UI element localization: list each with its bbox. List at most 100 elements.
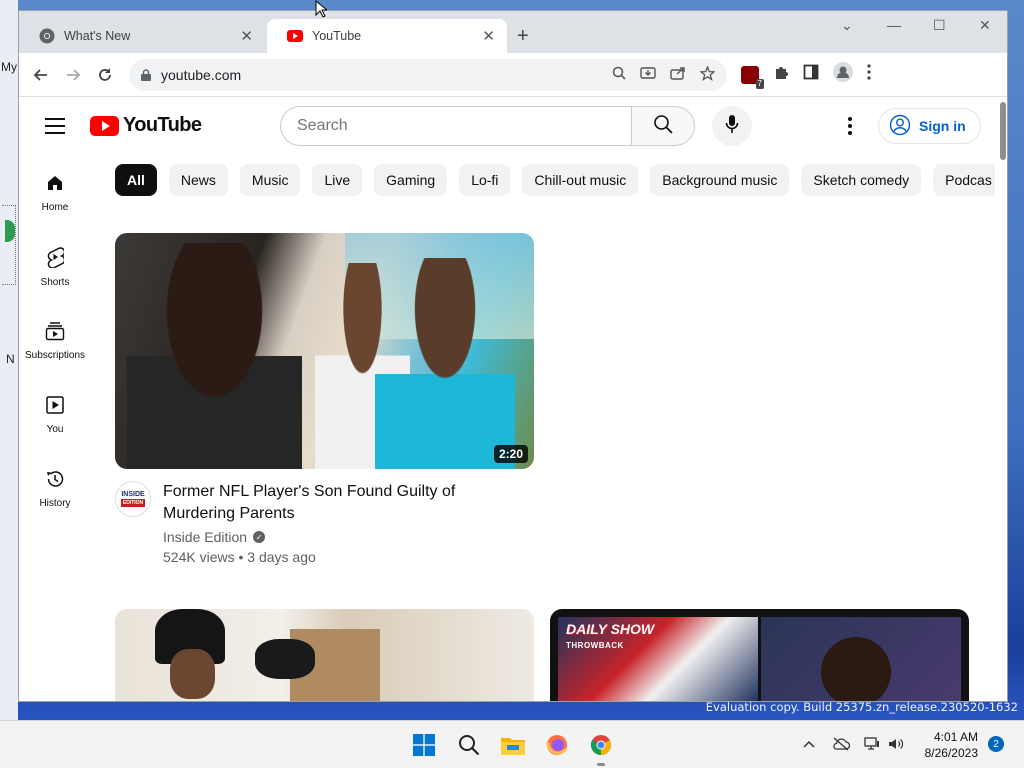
throwback-label: THROWBACK	[566, 641, 624, 650]
tab-search-chevron-icon[interactable]: ⌄	[841, 17, 853, 34]
search-input[interactable]	[280, 106, 631, 146]
youtube-play-logo-icon	[90, 115, 119, 136]
scrollbar-thumb[interactable]	[1000, 102, 1006, 160]
windows-start-icon[interactable]	[410, 731, 438, 759]
video-title[interactable]: Former NFL Player's Son Found Guilty of …	[163, 481, 463, 525]
video-thumbnail-3[interactable]: DAILY SHOW THROWBACK	[550, 609, 969, 701]
bookmark-star-icon[interactable]	[699, 64, 716, 84]
extensions-puzzle-icon[interactable]	[773, 64, 789, 85]
profile-avatar-icon[interactable]	[833, 62, 853, 87]
search-box	[280, 106, 695, 146]
taskbar: 4:01 AM 8/26/2023 2	[0, 720, 1024, 768]
minimize-icon[interactable]: —	[887, 17, 901, 33]
chip-chill-out-music[interactable]: Chill-out music	[522, 164, 639, 196]
settings-kebab-icon[interactable]	[839, 115, 861, 137]
guide-item-label: History	[39, 498, 71, 509]
back-icon[interactable]	[25, 59, 57, 91]
video-thumbnail-2[interactable]	[115, 609, 534, 701]
mouse-cursor-icon	[315, 0, 327, 18]
chip-live[interactable]: Live	[312, 164, 363, 196]
video-thumbnail[interactable]: 2:20	[115, 233, 534, 469]
video-stats: 524K views • 3 days ago	[163, 549, 316, 565]
close-tab-icon[interactable]: ✕	[482, 27, 495, 45]
address-bar[interactable]: youtube.com	[129, 58, 727, 91]
video-card: 2:20 INSIDE EDITION Former NFL Player's …	[115, 233, 534, 565]
chip-podcasts[interactable]: Podcas	[933, 164, 995, 196]
maximize-icon[interactable]: ☐	[933, 17, 946, 34]
hamburger-menu-icon[interactable]	[45, 118, 65, 134]
new-tab-icon[interactable]: +	[517, 25, 529, 48]
notification-count-badge[interactable]: 2	[988, 736, 1004, 752]
account-circle-icon	[889, 114, 911, 139]
file-explorer-icon[interactable]	[499, 731, 527, 759]
chip-sketch-comedy[interactable]: Sketch comedy	[801, 164, 922, 196]
daily-show-logo: DAILY SHOW THROWBACK	[566, 621, 655, 652]
youtube-logo-text: YouTube	[123, 114, 202, 136]
avatar-subtext: EDITION	[120, 499, 146, 507]
channel-name: Inside Edition	[163, 529, 248, 545]
guide-item-shorts[interactable]: Shorts	[19, 230, 91, 304]
guide-item-home[interactable]: Home	[19, 156, 91, 230]
tab-title: What's New	[64, 29, 131, 43]
youtube-header: YouTube Sign in	[19, 98, 1007, 156]
youtube-logo[interactable]: YouTube	[90, 114, 202, 137]
reload-icon[interactable]	[89, 59, 121, 91]
sign-in-label: Sign in	[919, 118, 966, 134]
guide-item-history[interactable]: History	[19, 452, 91, 526]
video-meta: INSIDE EDITION Former NFL Player's Son F…	[115, 481, 534, 565]
chrome-taskbar-icon[interactable]	[587, 731, 615, 759]
daily-show-logo-text: DAILY SHOW	[566, 621, 655, 637]
ublock-extension-icon[interactable]: 7	[741, 65, 764, 89]
avatar-text: INSIDE	[121, 491, 145, 498]
taskbar-clock[interactable]: 4:01 AM 8/26/2023	[912, 729, 978, 761]
search-icon	[653, 114, 673, 139]
close-tab-icon[interactable]: ✕	[240, 27, 253, 45]
zoom-search-icon[interactable]	[612, 66, 626, 84]
taskbar-search-icon[interactable]	[455, 731, 483, 759]
url-text: youtube.com	[161, 66, 242, 83]
microphone-icon	[725, 114, 739, 139]
sign-in-button[interactable]: Sign in	[878, 108, 981, 144]
close-window-icon[interactable]: ✕	[979, 17, 991, 34]
chrome-icon	[39, 28, 55, 44]
video-duration-badge: 2:20	[493, 445, 528, 463]
chip-gaming[interactable]: Gaming	[374, 164, 448, 196]
guide-item-label: Shorts	[40, 277, 70, 288]
clock-time: 4:01 AM	[933, 730, 978, 744]
guide-item-you[interactable]: You	[19, 378, 91, 452]
network-icon[interactable]	[864, 737, 880, 754]
share-icon[interactable]	[670, 66, 686, 84]
tab-youtube[interactable]: YouTube ✕	[267, 19, 507, 53]
desktop-icon-fragment[interactable]	[2, 205, 16, 285]
lock-icon[interactable]	[141, 68, 151, 81]
shorts-icon	[46, 246, 66, 271]
verified-badge-icon: ✓	[253, 531, 266, 543]
voice-search-button[interactable]	[712, 106, 752, 146]
chip-news[interactable]: News	[168, 164, 228, 196]
browser-window: What's New ✕ YouTube ✕ + ⌄ — ☐ ✕ youtube…	[18, 10, 1008, 702]
side-panel-icon[interactable]	[803, 64, 819, 85]
youtube-favicon	[287, 28, 303, 44]
firefox-icon[interactable]	[543, 731, 571, 759]
desktop-icon-label[interactable]: My	[1, 60, 17, 74]
filter-chips-bar: All News Music Live Gaming Lo-fi Chill-o…	[115, 164, 995, 198]
guide-item-subscriptions[interactable]: Subscriptions	[19, 304, 91, 378]
browser-menu-icon[interactable]	[867, 64, 871, 85]
tray-overflow-chevron-icon[interactable]	[803, 737, 815, 752]
install-app-icon[interactable]	[640, 66, 656, 84]
volume-icon[interactable]	[888, 737, 904, 754]
channel-avatar[interactable]: INSIDE EDITION	[115, 481, 151, 517]
guide-item-label: Subscriptions	[24, 350, 86, 361]
onedrive-cloud-icon[interactable]	[832, 737, 851, 754]
forward-icon[interactable]	[57, 59, 89, 91]
chip-music[interactable]: Music	[239, 164, 301, 196]
active-app-indicator	[597, 763, 605, 766]
search-button[interactable]	[631, 106, 695, 146]
channel-name-link[interactable]: Inside Edition ✓	[163, 529, 463, 545]
desktop-icon-label[interactable]: N	[6, 352, 15, 366]
chip-all[interactable]: All	[115, 164, 157, 196]
chip-lofi[interactable]: Lo-fi	[459, 164, 511, 196]
tab-whats-new[interactable]: What's New ✕	[19, 19, 265, 53]
scrollbar-track[interactable]	[999, 100, 1007, 700]
chip-background-music[interactable]: Background music	[650, 164, 790, 196]
